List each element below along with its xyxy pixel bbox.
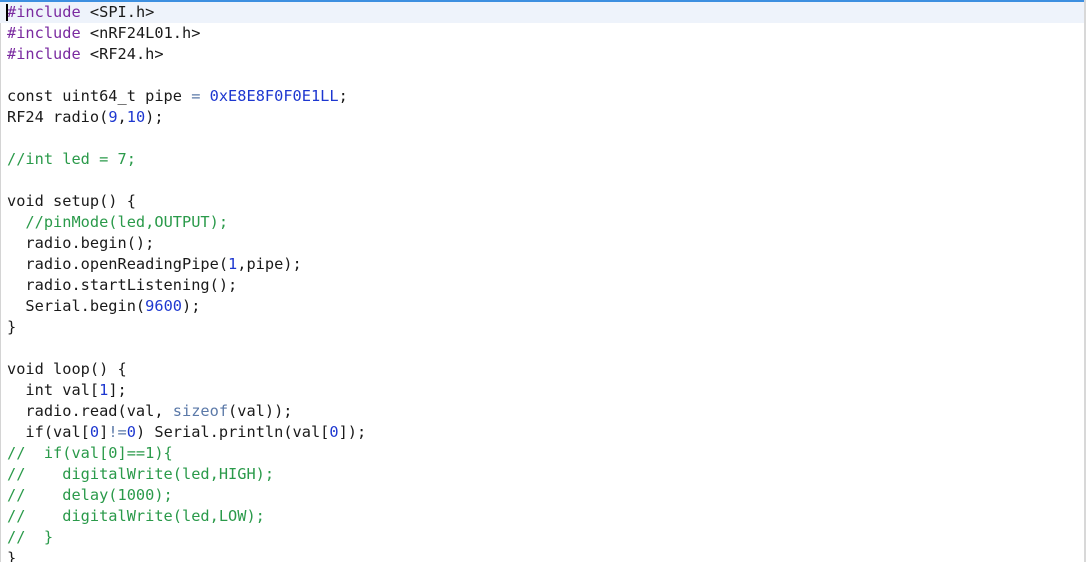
code-line[interactable]: }: [0, 317, 1084, 338]
code-line[interactable]: void loop() {: [0, 359, 1084, 380]
code-token: radio.startListening();: [7, 276, 238, 294]
code-token: ]: [99, 423, 109, 441]
code-token: );: [145, 108, 164, 126]
code-token: <RF24.h>: [80, 45, 164, 63]
code-line[interactable]: [0, 65, 1084, 86]
code-line[interactable]: #include <nRF24L01.h>: [0, 23, 1084, 44]
code-line[interactable]: // digitalWrite(led,LOW);: [0, 506, 1084, 527]
code-token: 1: [228, 255, 238, 273]
code-token: radio.openReadingPipe(: [7, 255, 229, 273]
code-line[interactable]: Serial.begin(9600);: [0, 296, 1084, 317]
code-token: radio.read(val,: [7, 402, 173, 420]
code-line[interactable]: // digitalWrite(led,HIGH);: [0, 464, 1084, 485]
code-token: //pinMode(led,OUTPUT);: [25, 213, 229, 231]
code-token: // }: [7, 528, 54, 546]
code-token: ,pipe);: [237, 255, 302, 273]
code-line[interactable]: radio.startListening();: [0, 275, 1084, 296]
code-line[interactable]: const uint64_t pipe = 0xE8E8F0F0E1LL;: [0, 86, 1084, 107]
code-token: #include: [7, 45, 81, 63]
code-token: // delay(1000);: [7, 486, 173, 504]
code-token: 9600: [145, 297, 182, 315]
code-token: 0: [329, 423, 339, 441]
code-line[interactable]: void setup() {: [0, 191, 1084, 212]
code-line[interactable]: }: [0, 548, 1084, 562]
code-token: val[: [53, 381, 100, 399]
code-token: void loop() {: [7, 360, 127, 378]
code-token: 1: [99, 381, 109, 399]
code-token: 0: [126, 423, 136, 441]
code-token: (val));: [228, 402, 293, 420]
code-token: ];: [108, 381, 127, 399]
code-token: <SPI.h>: [80, 3, 155, 21]
code-token: !=: [108, 423, 127, 441]
code-line[interactable]: //pinMode(led,OUTPUT);: [0, 212, 1084, 233]
code-editor[interactable]: #include <SPI.h> #include <nRF24L01.h> #in…: [0, 2, 1084, 562]
code-line[interactable]: [0, 170, 1084, 191]
code-token: sizeof: [172, 402, 229, 420]
code-token: 9: [108, 108, 118, 126]
code-line[interactable]: #include <SPI.h>: [0, 2, 1084, 23]
code-token: );: [182, 297, 201, 315]
code-token: if(val[: [7, 423, 90, 441]
code-line[interactable]: [0, 128, 1084, 149]
code-token: #include: [7, 3, 81, 21]
code-token: //int led = 7;: [7, 150, 136, 168]
code-token: RF24 radio(: [7, 108, 109, 126]
code-line[interactable]: [0, 338, 1084, 359]
code-token: ) Serial.println(val[: [135, 423, 330, 441]
code-line[interactable]: if(val[0]!=0) Serial.println(val[0]);: [0, 422, 1084, 443]
code-token: const uint64_t pipe: [7, 87, 192, 105]
code-line[interactable]: radio.read(val, sizeof(val));: [0, 401, 1084, 422]
code-line[interactable]: #include <RF24.h>: [0, 44, 1084, 65]
code-line[interactable]: int val[1];: [0, 380, 1084, 401]
code-line[interactable]: // }: [0, 527, 1084, 548]
code-line[interactable]: RF24 radio(9,10);: [0, 107, 1084, 128]
code-token: // if(val[0]==1){: [7, 444, 173, 462]
code-line[interactable]: radio.openReadingPipe(1,pipe);: [0, 254, 1084, 275]
text-caret: [6, 4, 8, 21]
code-line[interactable]: // if(val[0]==1){: [0, 443, 1084, 464]
code-line[interactable]: //int led = 7;: [0, 149, 1084, 170]
code-token: #include: [7, 24, 81, 42]
code-token: Serial.begin(: [7, 297, 146, 315]
code-token: // digitalWrite(led,HIGH);: [7, 465, 275, 483]
code-token: ,: [117, 108, 127, 126]
code-token: // digitalWrite(led,LOW);: [7, 507, 265, 525]
code-token: radio.begin();: [7, 234, 155, 252]
code-token: 10: [126, 108, 146, 126]
code-token: void setup() {: [7, 192, 136, 210]
code-line[interactable]: // delay(1000);: [0, 485, 1084, 506]
code-token: int: [25, 381, 54, 399]
code-token: 0: [89, 423, 100, 441]
code-line[interactable]: radio.begin();: [0, 233, 1084, 254]
code-token: }: [7, 318, 17, 336]
code-token: }: [7, 549, 17, 562]
code-token: ;: [338, 87, 348, 105]
code-token: 0xE8E8F0F0E1LL: [209, 87, 339, 105]
code-token: <nRF24L01.h>: [80, 24, 201, 42]
code-token: ]);: [338, 423, 367, 441]
